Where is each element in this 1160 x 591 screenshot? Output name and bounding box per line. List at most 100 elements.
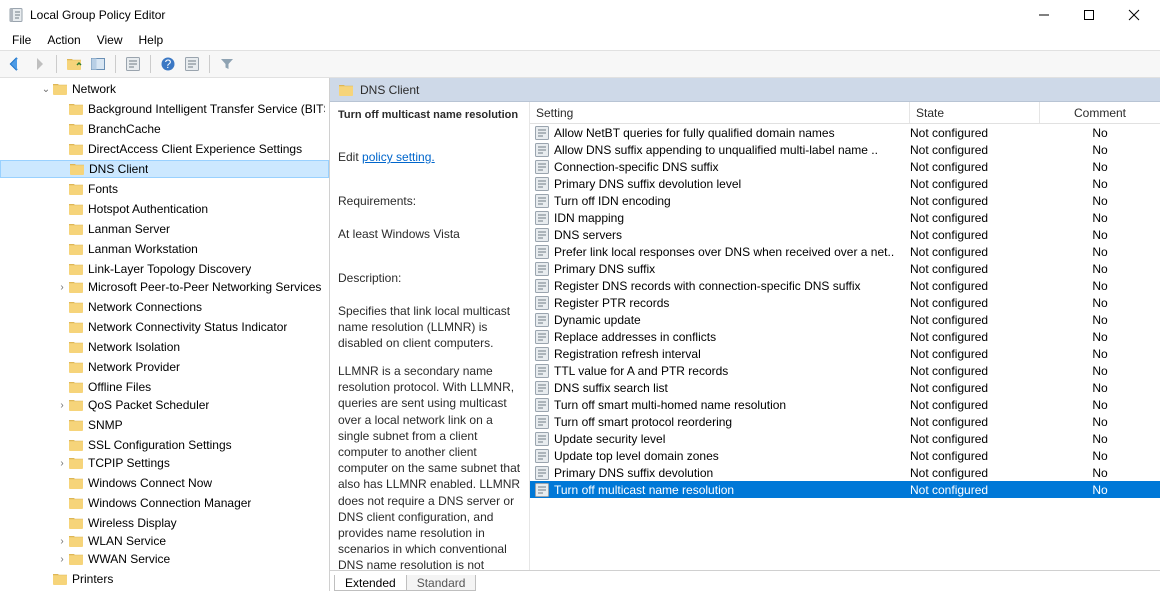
edit-policy-link[interactable]: policy setting. xyxy=(362,150,435,164)
chevron-right-icon[interactable]: › xyxy=(56,282,68,293)
list-item[interactable]: Turn off multicast name resolutionNot co… xyxy=(530,481,1160,498)
tree-item[interactable]: Printers xyxy=(0,570,329,588)
tree-item[interactable]: ›Microsoft Peer-to-Peer Networking Servi… xyxy=(0,278,329,296)
policy-icon xyxy=(534,142,550,158)
show-hide-tree-button[interactable] xyxy=(87,53,109,75)
column-comment[interactable]: Comment xyxy=(1040,102,1160,123)
tree-item-label: DNS Client xyxy=(89,162,148,176)
list-item[interactable]: Update security levelNot configuredNo xyxy=(530,430,1160,447)
list-item[interactable]: TTL value for A and PTR recordsNot confi… xyxy=(530,362,1160,379)
list-item[interactable]: Turn off IDN encodingNot configuredNo xyxy=(530,192,1160,209)
chevron-down-icon[interactable]: ⌄ xyxy=(40,84,52,95)
tree-item[interactable]: Windows Connect Now xyxy=(0,474,329,492)
tree-item-label: Background Intelligent Transfer Service … xyxy=(88,102,325,116)
setting-name: IDN mapping xyxy=(554,211,910,225)
list-item[interactable]: Primary DNS suffix devolutionNot configu… xyxy=(530,464,1160,481)
setting-comment: No xyxy=(1040,177,1160,191)
chevron-right-icon[interactable]: › xyxy=(56,554,68,565)
menu-action[interactable]: Action xyxy=(39,30,88,50)
tree-item[interactable]: Wireless Display xyxy=(0,514,329,532)
tree-item[interactable]: Lanman Workstation xyxy=(0,240,329,258)
close-button[interactable] xyxy=(1111,0,1156,30)
tree-item-label: WLAN Service xyxy=(88,534,166,548)
column-setting[interactable]: Setting xyxy=(530,102,910,123)
list-item[interactable]: Primary DNS suffix devolution levelNot c… xyxy=(530,175,1160,192)
list-item[interactable]: Dynamic updateNot configuredNo xyxy=(530,311,1160,328)
tree-item[interactable]: BranchCache xyxy=(0,120,329,138)
list-item[interactable]: DNS suffix search listNot configuredNo xyxy=(530,379,1160,396)
menu-file[interactable]: File xyxy=(4,30,39,50)
tree-item[interactable]: › QoS Packet Scheduler xyxy=(0,396,329,414)
folder-icon xyxy=(68,359,84,375)
tree-item[interactable]: Lanman Server xyxy=(0,220,329,238)
tree-item[interactable]: ⌄Network xyxy=(0,80,329,98)
setting-state: Not configured xyxy=(910,364,1040,378)
minimize-button[interactable] xyxy=(1021,0,1066,30)
tree-item[interactable]: DNS Client xyxy=(0,160,329,178)
tree-item[interactable]: SNMP xyxy=(0,416,329,434)
setting-name: Dynamic update xyxy=(554,313,910,327)
forward-button[interactable] xyxy=(28,53,50,75)
list-item[interactable]: Replace addresses in conflictsNot config… xyxy=(530,328,1160,345)
tree-item[interactable]: Network Isolation xyxy=(0,338,329,356)
back-button[interactable] xyxy=(4,53,26,75)
list-item[interactable]: IDN mappingNot configuredNo xyxy=(530,209,1160,226)
tree-item[interactable]: Hotspot Authentication xyxy=(0,200,329,218)
chevron-right-icon[interactable]: › xyxy=(56,400,68,411)
tree-item-label: SSL Configuration Settings xyxy=(88,438,232,452)
policy-icon xyxy=(534,346,550,362)
list-item[interactable]: Turn off smart protocol reorderingNot co… xyxy=(530,413,1160,430)
list-item[interactable]: Register PTR recordsNot configuredNo xyxy=(530,294,1160,311)
tree-item-label: TCPIP Settings xyxy=(88,456,170,470)
tree-item-label: Offline Files xyxy=(88,380,151,394)
list-item[interactable]: Allow DNS suffix appending to unqualifie… xyxy=(530,141,1160,158)
settings-list: Setting State Comment Allow NetBT querie… xyxy=(530,102,1160,570)
setting-name: Register DNS records with connection-spe… xyxy=(554,279,910,293)
tree-item[interactable]: › WLAN Service xyxy=(0,532,329,550)
export-button[interactable] xyxy=(181,53,203,75)
folder-icon xyxy=(68,261,84,277)
tree-item[interactable]: DirectAccess Client Experience Settings xyxy=(0,140,329,158)
setting-comment: No xyxy=(1040,415,1160,429)
tree-item[interactable]: Network Connections xyxy=(0,298,329,316)
tree-item[interactable]: SSL Configuration Settings xyxy=(0,436,329,454)
list-item[interactable]: Allow NetBT queries for fully qualified … xyxy=(530,124,1160,141)
list-item[interactable]: Register DNS records with connection-spe… xyxy=(530,277,1160,294)
filter-button[interactable] xyxy=(216,53,238,75)
chevron-right-icon[interactable]: › xyxy=(56,536,68,547)
tree-item-label: QoS Packet Scheduler xyxy=(88,398,209,412)
list-item[interactable]: DNS serversNot configuredNo xyxy=(530,226,1160,243)
list-item[interactable]: Prefer link local responses over DNS whe… xyxy=(530,243,1160,260)
description-label: Description: xyxy=(338,271,401,285)
policy-icon xyxy=(534,278,550,294)
chevron-right-icon[interactable]: › xyxy=(56,458,68,469)
help-button[interactable]: ? xyxy=(157,53,179,75)
tree-item[interactable]: Background Intelligent Transfer Service … xyxy=(0,100,329,118)
tree-item[interactable]: Offline Files xyxy=(0,378,329,396)
tree-item[interactable]: Link-Layer Topology Discovery xyxy=(0,260,329,278)
policy-icon xyxy=(534,482,550,498)
list-item[interactable]: Turn off smart multi-homed name resoluti… xyxy=(530,396,1160,413)
up-button[interactable] xyxy=(63,53,85,75)
tree-item[interactable]: Network Provider xyxy=(0,358,329,376)
list-item[interactable]: Registration refresh intervalNot configu… xyxy=(530,345,1160,362)
tree-item[interactable]: Network Connectivity Status Indicator xyxy=(0,318,329,336)
tree-item[interactable]: › TCPIP Settings xyxy=(0,454,329,472)
menu-help[interactable]: Help xyxy=(131,30,172,50)
tree-item[interactable]: Windows Connection Manager xyxy=(0,494,329,512)
list-item[interactable]: Connection-specific DNS suffixNot config… xyxy=(530,158,1160,175)
tree-item[interactable]: ›WWAN Service xyxy=(0,550,329,568)
tree-item[interactable]: Fonts xyxy=(0,180,329,198)
maximize-button[interactable] xyxy=(1066,0,1111,30)
tree-pane[interactable]: ⌄Network Background Intelligent Transfer … xyxy=(0,78,330,591)
menu-view[interactable]: View xyxy=(89,30,131,50)
properties-button[interactable] xyxy=(122,53,144,75)
tab-extended[interactable]: Extended xyxy=(334,575,407,591)
tab-standard[interactable]: Standard xyxy=(406,575,477,591)
list-item[interactable]: Primary DNS suffixNot configuredNo xyxy=(530,260,1160,277)
requirements-label: Requirements: xyxy=(338,194,416,208)
policy-icon xyxy=(534,431,550,447)
setting-state: Not configured xyxy=(910,296,1040,310)
column-state[interactable]: State xyxy=(910,102,1040,123)
list-item[interactable]: Update top level domain zonesNot configu… xyxy=(530,447,1160,464)
